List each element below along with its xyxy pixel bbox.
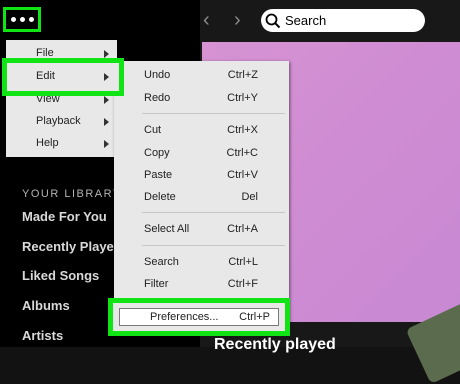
menu-item-copy[interactable]: Copy: [144, 147, 170, 159]
edit-submenu: Undo Ctrl+Z Redo Ctrl+Y Cut Ctrl+X Copy …: [114, 61, 289, 333]
shortcut-filter: Ctrl+F: [227, 278, 258, 290]
more-dots-icon: [19, 17, 25, 22]
menu-item-select-all[interactable]: Select All: [144, 223, 189, 235]
sidebar-item-made-for-you[interactable]: Made For You: [22, 209, 107, 224]
search-input[interactable]: Search: [261, 9, 425, 32]
sidebar-item-liked-songs[interactable]: Liked Songs: [22, 268, 99, 283]
menu-item-preferences-label: Preferences...: [150, 311, 219, 323]
menu-separator: [142, 113, 285, 114]
menu-item-cut[interactable]: Cut: [144, 124, 161, 136]
menu-item-paste[interactable]: Paste: [144, 169, 172, 181]
menu-separator: [142, 212, 285, 213]
menu-item-edit[interactable]: Edit: [2, 58, 124, 96]
library-heading: YOUR LIBRARY: [22, 188, 122, 200]
more-dots-icon: [10, 17, 16, 22]
more-options-button[interactable]: [3, 7, 41, 32]
search-label: Search: [285, 13, 327, 28]
menu-item-filter[interactable]: Filter: [144, 278, 168, 290]
shortcut-copy: Ctrl+C: [226, 147, 258, 159]
submenu-arrow-icon: [104, 73, 109, 81]
section-title-recently-played: Recently played: [214, 336, 336, 353]
menu-item-redo[interactable]: Redo: [144, 92, 170, 104]
menu-item-search[interactable]: Search: [144, 256, 179, 268]
search-icon: [265, 13, 281, 29]
shortcut-search: Ctrl+L: [228, 256, 258, 268]
menu-separator: [142, 245, 285, 246]
more-dots-icon: [28, 17, 34, 22]
menu-item-help[interactable]: Help: [36, 137, 59, 149]
submenu-arrow-icon: [104, 140, 109, 148]
preferences-selection: Preferences... Ctrl+P: [119, 308, 279, 326]
submenu-arrow-icon: [104, 96, 109, 104]
menu-item-delete[interactable]: Delete: [144, 191, 176, 203]
shortcut-redo: Ctrl+Y: [227, 92, 258, 104]
sidebar-item-artists[interactable]: Artists: [22, 328, 63, 343]
submenu-arrow-icon: [104, 50, 109, 58]
shortcut-select-all: Ctrl+A: [227, 223, 258, 235]
sidebar-item-recently-played[interactable]: Recently Played: [22, 239, 122, 254]
shortcut-delete: Del: [241, 191, 258, 203]
menu-item-playback[interactable]: Playback: [36, 115, 81, 127]
menu-item-undo[interactable]: Undo: [144, 69, 170, 81]
shortcut-preferences: Ctrl+P: [239, 311, 270, 323]
shortcut-undo: Ctrl+Z: [227, 69, 258, 81]
menu-item-preferences[interactable]: Preferences... Ctrl+P: [108, 298, 290, 336]
back-arrow-icon[interactable]: ‹: [203, 10, 210, 30]
submenu-arrow-icon: [104, 118, 109, 126]
forward-arrow-icon[interactable]: ›: [234, 10, 241, 30]
shortcut-paste: Ctrl+V: [227, 169, 258, 181]
sidebar-item-albums[interactable]: Albums: [22, 298, 70, 313]
shortcut-cut: Ctrl+X: [227, 124, 258, 136]
menu-item-edit-label: Edit: [36, 70, 55, 82]
